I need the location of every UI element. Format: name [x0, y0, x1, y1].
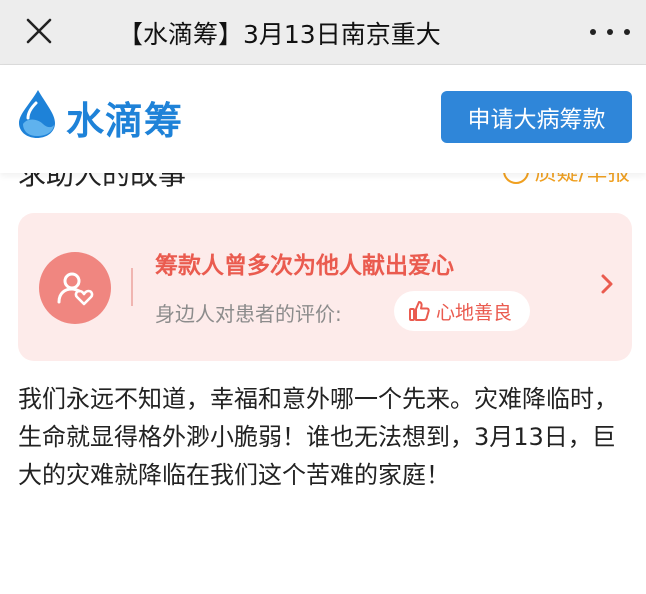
endorsement-card[interactable]: 筹款人曾多次为他人献出爱心 身边人对患者的评价: 心地善良	[18, 213, 632, 361]
browser-top-bar: 【水滴筹】3月13日南京重大	[0, 0, 646, 65]
story-section-header-partial: 求助人的故事 质疑/举报	[0, 173, 646, 188]
page-title: 【水滴筹】3月13日南京重大	[118, 20, 441, 49]
apply-fundraising-button[interactable]: 申请大病筹款	[441, 91, 632, 143]
report-link[interactable]: 质疑/举报	[502, 173, 630, 187]
evaluation-tag: 心地善良	[394, 291, 531, 331]
close-icon	[26, 18, 52, 44]
story-section-title: 求助人的故事	[18, 173, 186, 188]
person-heart-icon	[39, 252, 111, 324]
endorsement-title: 筹款人曾多次为他人献出爱心	[155, 253, 454, 279]
report-link-label: 质疑/举报	[534, 173, 630, 186]
thumbs-up-icon	[409, 301, 430, 321]
evaluation-tag-label: 心地善良	[436, 301, 513, 324]
brand-logo-text: 水滴筹	[66, 99, 184, 143]
more-dots-icon[interactable]	[590, 18, 630, 46]
warning-icon	[502, 173, 529, 184]
chevron-right-icon[interactable]	[600, 273, 614, 299]
story-paragraph: 我们永远不知道，幸福和意外哪一个先来。灾难降临时，生命就显得格外渺小脆弱！谁也无…	[18, 385, 618, 489]
card-divider	[131, 268, 133, 306]
close-button[interactable]	[20, 12, 58, 50]
evaluation-label: 身边人对患者的评价:	[155, 302, 342, 326]
water-drop-icon	[16, 88, 58, 144]
